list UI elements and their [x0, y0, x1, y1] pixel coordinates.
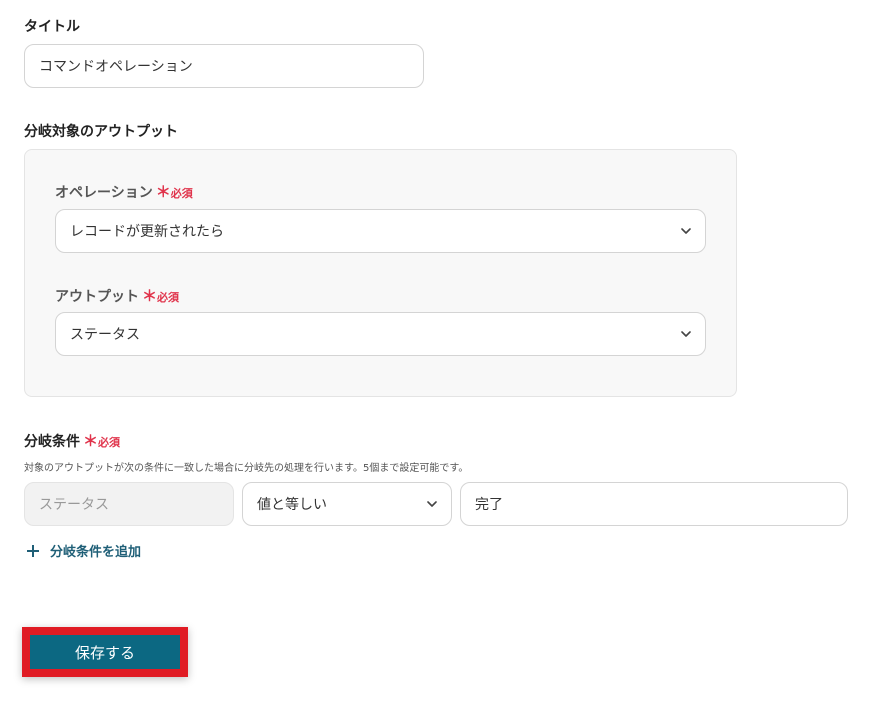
- output-label-row: アウトプット ＊必須: [55, 285, 179, 306]
- required-star-icon: ＊: [155, 183, 171, 201]
- condition-field-input: ステータス: [24, 482, 234, 526]
- add-condition-button[interactable]: 分岐条件を追加: [26, 541, 141, 560]
- condition-operator-select[interactable]: 値と等しい: [242, 482, 452, 526]
- condition-value-text: 完了: [475, 497, 503, 513]
- output-select-value: ステータス: [70, 327, 140, 343]
- required-badge: ＊必須: [142, 285, 179, 306]
- condition-help-text: 対象のアウトプットが次の条件に一致した場合に分岐先の処理を行います。5個まで設定…: [24, 463, 469, 474]
- branch-target-label: 分岐対象のアウトプット: [24, 124, 178, 140]
- title-input-value: コマンドオペレーション: [39, 59, 193, 75]
- title-label: タイトル: [24, 19, 80, 35]
- required-badge: ＊必須: [156, 181, 193, 202]
- save-button[interactable]: 保存する: [30, 635, 180, 669]
- operation-label: オペレーション: [55, 184, 153, 201]
- chevron-down-icon: [681, 331, 691, 337]
- condition-label-row: 分岐条件 ＊必須: [24, 430, 120, 451]
- operation-select-value: レコードが更新されたら: [70, 224, 224, 240]
- title-input[interactable]: コマンドオペレーション: [24, 44, 424, 88]
- save-button-highlight: 保存する: [22, 627, 188, 677]
- condition-value-input[interactable]: 完了: [460, 482, 848, 526]
- plus-icon: [27, 544, 39, 557]
- required-badge: ＊必須: [83, 430, 120, 451]
- chevron-down-icon: [681, 228, 691, 234]
- required-text: 必須: [157, 291, 180, 304]
- required-star-icon: ＊: [142, 287, 158, 305]
- add-condition-label: 分岐条件を追加: [50, 545, 142, 560]
- chevron-down-icon: [427, 501, 437, 507]
- condition-field-value: ステータス: [39, 497, 109, 513]
- operation-select[interactable]: レコードが更新されたら: [55, 209, 706, 253]
- required-text: 必須: [98, 436, 121, 449]
- required-star-icon: ＊: [83, 432, 99, 450]
- required-text: 必須: [170, 187, 193, 200]
- condition-label: 分岐条件: [24, 433, 80, 450]
- operation-label-row: オペレーション ＊必須: [55, 181, 193, 202]
- output-select[interactable]: ステータス: [55, 312, 706, 356]
- output-label: アウトプット: [55, 288, 139, 305]
- condition-operator-value: 値と等しい: [257, 497, 327, 513]
